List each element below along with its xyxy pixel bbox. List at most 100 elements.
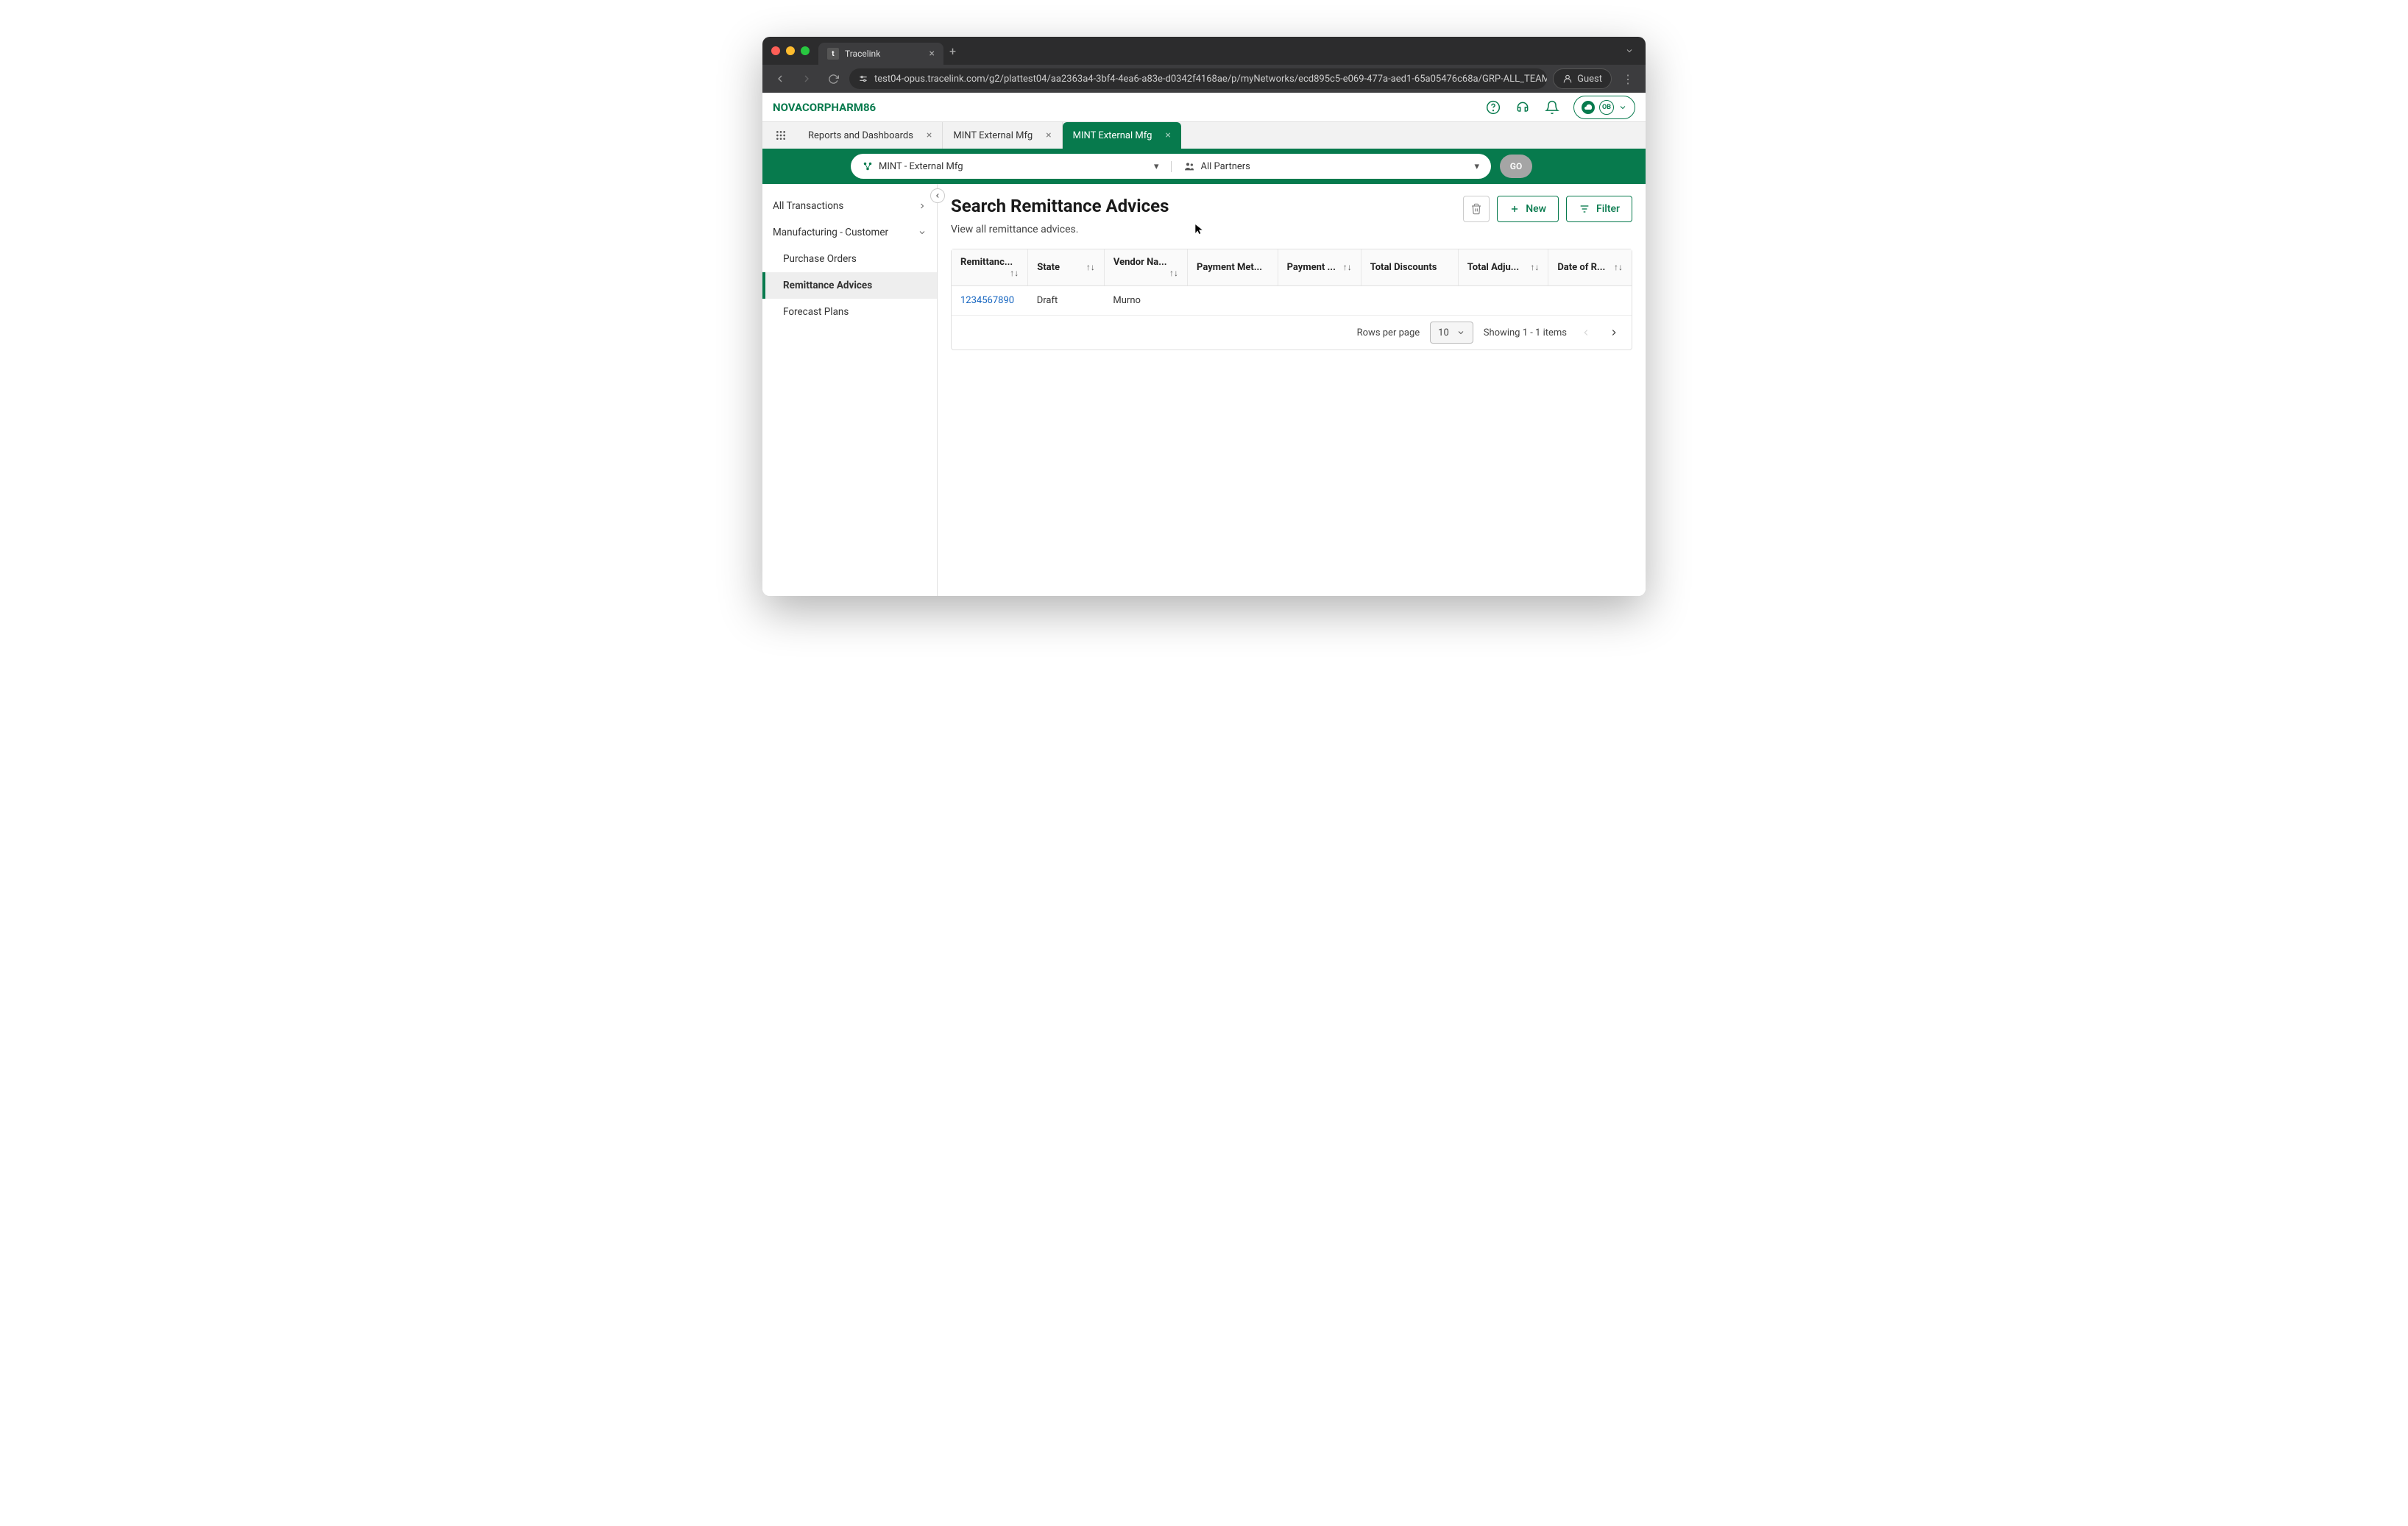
col-label: Payment ... <box>1287 262 1336 273</box>
help-icon[interactable] <box>1485 99 1501 116</box>
sort-icon: ↑↓ <box>1343 262 1352 272</box>
sidebar-item-forecast-plans[interactable]: Forecast Plans <box>762 299 937 325</box>
browser-tab[interactable]: t Tracelink × <box>818 43 943 65</box>
app-launcher-icon[interactable] <box>770 124 792 146</box>
close-icon[interactable]: × <box>1046 129 1051 141</box>
window-maximize[interactable] <box>801 46 810 55</box>
col-adjustments[interactable]: Total Adju... ↑↓ <box>1458 249 1548 286</box>
tab-mint-1[interactable]: MINT External Mfg × <box>943 122 1062 149</box>
tab-reports[interactable]: Reports and Dashboards × <box>798 122 943 149</box>
url-text: test04-opus.tracelink.com/g2/plattest04/… <box>874 74 1547 85</box>
app-tabs-row: Reports and Dashboards × MINT External M… <box>762 122 1646 149</box>
close-icon[interactable]: × <box>927 129 932 141</box>
chevron-down-icon <box>1618 103 1627 112</box>
next-page-button[interactable] <box>1605 324 1623 341</box>
profile-menu[interactable]: OB <box>1573 96 1635 119</box>
new-tab-button[interactable]: + <box>949 44 956 58</box>
filter-button[interactable]: Filter <box>1566 196 1632 222</box>
sidebar-item-label: Purchase Orders <box>783 253 857 265</box>
context-bar: MINT - External Mfg ▾ All Partners ▾ GO <box>762 149 1646 184</box>
filter-icon <box>1579 203 1590 215</box>
rows-per-page-select[interactable]: 10 <box>1430 322 1473 344</box>
col-remittance[interactable]: Remittanc... ↑↓ <box>952 249 1028 286</box>
col-label: Total Adju... <box>1467 262 1519 273</box>
favicon: t <box>827 48 839 60</box>
browser-titlebar: t Tracelink × + <box>762 37 1646 65</box>
sidebar-item-remittance-advices[interactable]: Remittance Advices <box>762 272 937 299</box>
col-state[interactable]: State ↑↓ <box>1028 249 1105 286</box>
tabs-dropdown-icon[interactable] <box>1622 43 1637 58</box>
table-footer: Rows per page 10 Showing 1 - 1 items <box>952 316 1632 349</box>
col-vendor[interactable]: Vendor Na... ↑↓ <box>1104 249 1187 286</box>
tab-mint-2[interactable]: MINT External Mfg × <box>1063 122 1181 149</box>
window-close[interactable] <box>771 46 780 55</box>
col-payment-method[interactable]: Payment Met... <box>1188 249 1278 286</box>
plus-icon <box>1509 204 1520 214</box>
table-row[interactable]: 1234567890 Draft Murno <box>952 286 1632 316</box>
site-settings-icon[interactable] <box>858 74 868 84</box>
delete-button[interactable] <box>1463 196 1490 222</box>
nav-back-icon[interactable] <box>770 68 790 89</box>
sort-icon: ↑↓ <box>1010 268 1019 278</box>
filter-button-label: Filter <box>1596 203 1620 215</box>
sort-icon: ↑↓ <box>1614 262 1623 272</box>
tab-label: MINT External Mfg <box>953 130 1033 141</box>
chevron-right-icon <box>918 202 927 210</box>
col-date[interactable]: Date of R... ↑↓ <box>1548 249 1632 286</box>
collapse-sidebar-button[interactable] <box>930 188 945 203</box>
col-label: State <box>1037 262 1060 273</box>
col-label: Date of R... <box>1557 262 1605 273</box>
col-label: Total Discounts <box>1370 262 1437 273</box>
support-icon[interactable] <box>1515 99 1531 116</box>
app-context-select[interactable]: MINT - External Mfg ▾ <box>851 161 1172 172</box>
partner-context-select[interactable]: All Partners ▾ <box>1172 160 1492 172</box>
sidebar-item-label: Remittance Advices <box>783 280 872 291</box>
traffic-lights <box>771 46 810 55</box>
partner-context-label: All Partners <box>1201 161 1250 172</box>
prev-page-button[interactable] <box>1577 324 1595 341</box>
sidebar-item-label: Manufacturing - Customer <box>773 227 888 238</box>
rows-per-page-value: 10 <box>1438 327 1449 338</box>
notifications-icon[interactable] <box>1544 99 1560 116</box>
sidebar-item-manufacturing-customer[interactable]: Manufacturing - Customer <box>762 219 937 246</box>
cell-adjustments <box>1458 286 1548 316</box>
col-label: Vendor Na... <box>1113 257 1167 268</box>
reload-icon[interactable] <box>823 68 843 89</box>
cell-vendor: Murno <box>1104 286 1187 316</box>
content: Search Remittance Advices View all remit… <box>938 184 1646 596</box>
chevron-down-icon <box>1456 328 1465 337</box>
cell-payment-method <box>1188 286 1278 316</box>
caret-down-icon: ▾ <box>1474 161 1479 172</box>
go-button[interactable]: GO <box>1500 155 1532 178</box>
sidebar-item-label: All Transactions <box>773 200 843 212</box>
new-button[interactable]: New <box>1497 196 1559 222</box>
col-label: Payment Met... <box>1197 262 1262 273</box>
sidebar-item-all-transactions[interactable]: All Transactions <box>762 193 937 219</box>
people-icon <box>1183 160 1195 172</box>
tab-title: Tracelink <box>845 49 880 59</box>
cloud-badge <box>1582 101 1595 114</box>
user-avatar: OB <box>1599 100 1614 115</box>
cell-date <box>1548 286 1632 316</box>
close-tab-icon[interactable]: × <box>929 48 935 60</box>
url-bar[interactable]: test04-opus.tracelink.com/g2/plattest04/… <box>849 68 1547 89</box>
col-payment[interactable]: Payment ... ↑↓ <box>1278 249 1361 286</box>
col-discounts[interactable]: Total Discounts <box>1361 249 1458 286</box>
app-context-label: MINT - External Mfg <box>879 161 963 172</box>
browser-addressbar: test04-opus.tracelink.com/g2/plattest04/… <box>762 65 1646 93</box>
nav-forward-icon[interactable] <box>796 68 817 89</box>
sort-icon: ↑↓ <box>1086 262 1095 272</box>
tab-label: MINT External Mfg <box>1073 130 1152 141</box>
browser-menu-icon[interactable]: ⋮ <box>1618 68 1638 89</box>
sort-icon: ↑↓ <box>1530 262 1539 272</box>
cell-remittance-id[interactable]: 1234567890 <box>952 286 1028 316</box>
window-minimize[interactable] <box>786 46 795 55</box>
sidebar: All Transactions Manufacturing - Custome… <box>762 184 938 596</box>
guest-label: Guest <box>1577 74 1602 85</box>
page-subtitle: View all remittance advices. <box>951 224 1169 235</box>
sidebar-item-purchase-orders[interactable]: Purchase Orders <box>762 246 937 272</box>
close-icon[interactable]: × <box>1165 129 1170 141</box>
sidebar-item-label: Forecast Plans <box>783 306 849 318</box>
sort-icon: ↑↓ <box>1169 268 1178 278</box>
profile-guest[interactable]: Guest <box>1553 68 1612 89</box>
